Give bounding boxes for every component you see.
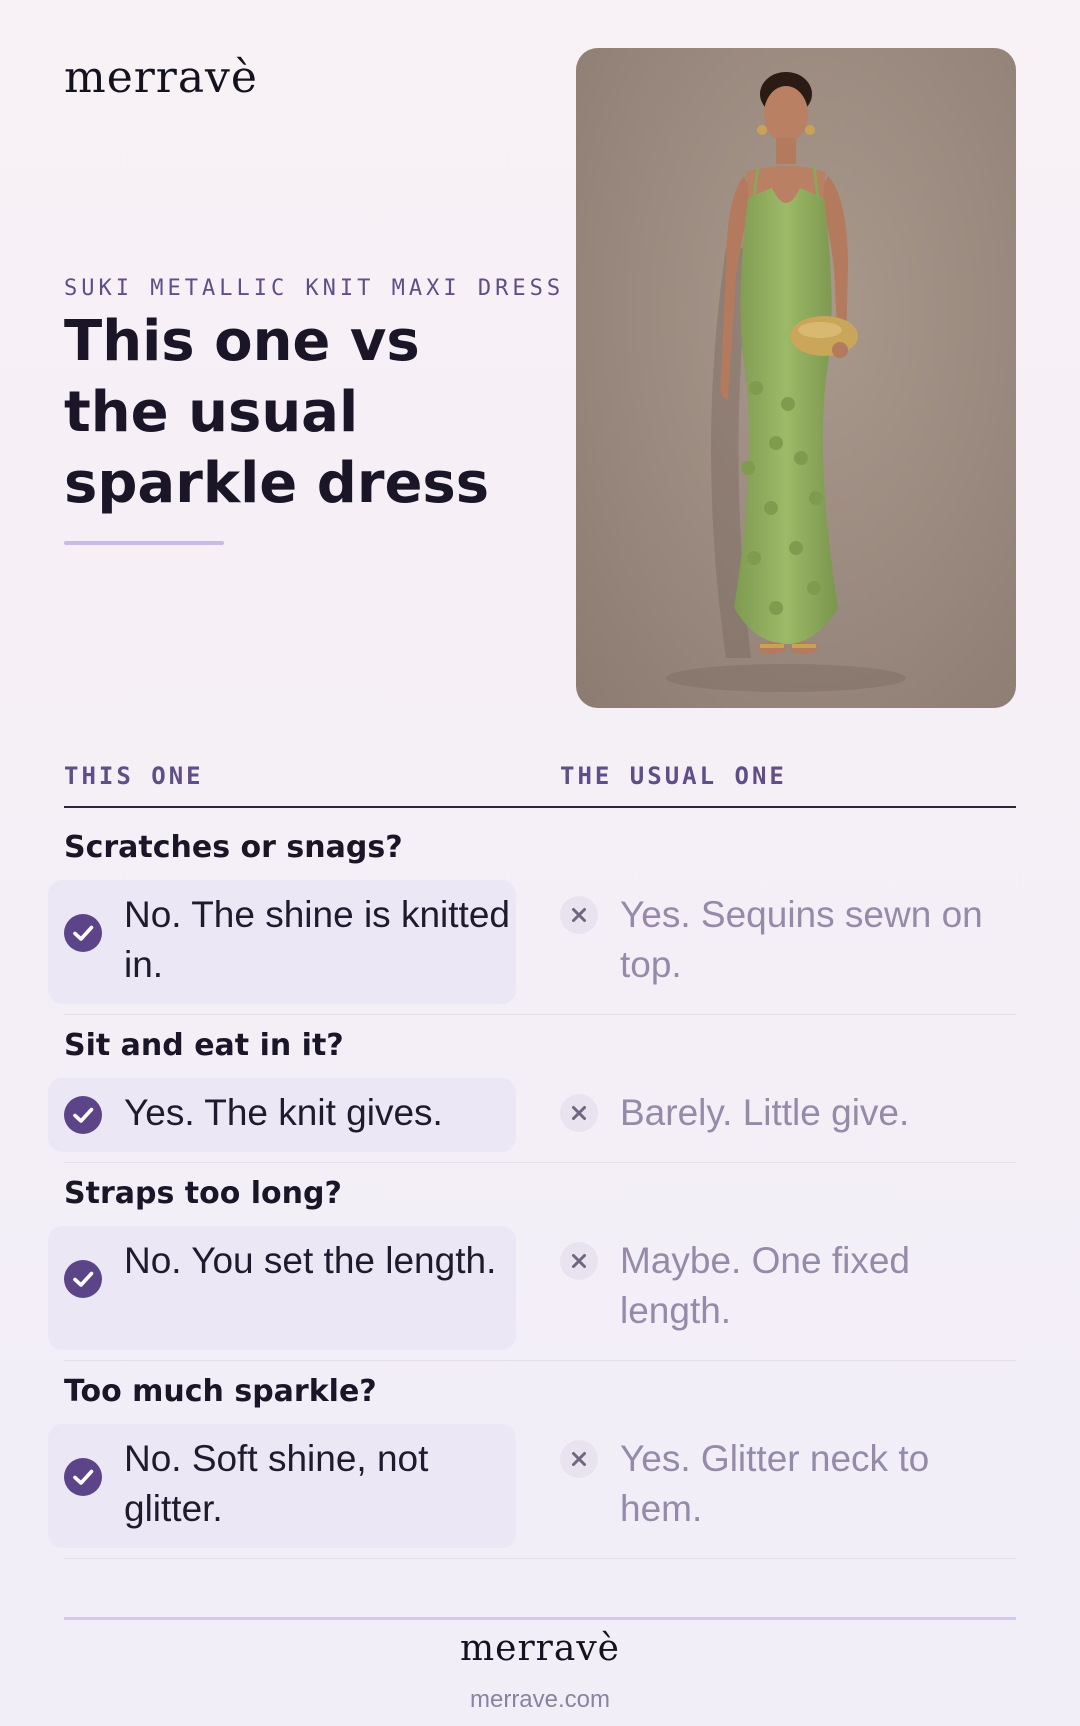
check-circle-icon xyxy=(64,914,102,952)
usual-one-answer: Yes. Sequins sewn on top. xyxy=(620,894,983,985)
product-name: SUKI METALLIC KNIT MAXI DRESS xyxy=(64,276,565,301)
footer-brand-logo: merravè xyxy=(460,1628,620,1669)
x-circle-icon xyxy=(560,1440,598,1478)
row-divider xyxy=(64,1014,1016,1015)
product-photo xyxy=(576,48,1016,708)
this-one-answer: No. The shine is knitted in. xyxy=(124,894,510,985)
usual-one-answer: Maybe. One fixed length. xyxy=(620,1240,910,1331)
check-circle-icon xyxy=(64,1096,102,1134)
x-circle-icon xyxy=(560,1242,598,1280)
check-circle-icon xyxy=(64,1458,102,1496)
x-circle-icon xyxy=(560,896,598,934)
row-question: Too much sparkle? xyxy=(64,1374,377,1409)
brand-logo: merravè xyxy=(64,52,258,103)
row-divider xyxy=(64,1558,1016,1559)
this-one-answer: No. Soft shine, not glitter. xyxy=(124,1438,429,1529)
x-circle-icon xyxy=(560,1094,598,1132)
this-one-answer: Yes. The knit gives. xyxy=(124,1092,443,1133)
column-header-usual-one: THE USUAL ONE xyxy=(560,762,787,790)
this-one-answer-box: No. Soft shine, not glitter. xyxy=(48,1424,516,1548)
title-accent-divider xyxy=(64,541,224,545)
this-one-answer-box: No. The shine is knitted in. xyxy=(48,880,516,1004)
check-circle-icon xyxy=(64,1260,102,1298)
website-link[interactable]: merrave.com xyxy=(0,1686,1080,1714)
dress-illustration xyxy=(666,72,906,692)
usual-one-answer: Yes. Glitter neck to hem. xyxy=(620,1438,930,1529)
this-one-answer: No. You set the length. xyxy=(124,1240,497,1281)
row-divider xyxy=(64,1162,1016,1163)
header-divider xyxy=(64,806,1016,808)
this-one-answer-box: Yes. The knit gives. xyxy=(48,1078,516,1152)
row-question: Scratches or snags? xyxy=(64,830,403,865)
column-header-this-one: THIS ONE xyxy=(64,762,204,790)
row-question: Sit and eat in it? xyxy=(64,1028,344,1063)
page-title: This one vs the usual sparkle dress xyxy=(64,309,490,516)
this-one-answer-box: No. You set the length. xyxy=(48,1226,516,1350)
usual-one-answer: Barely. Little give. xyxy=(620,1092,910,1133)
row-question: Straps too long? xyxy=(64,1176,342,1211)
row-divider xyxy=(64,1360,1016,1361)
footer-divider xyxy=(64,1617,1016,1620)
